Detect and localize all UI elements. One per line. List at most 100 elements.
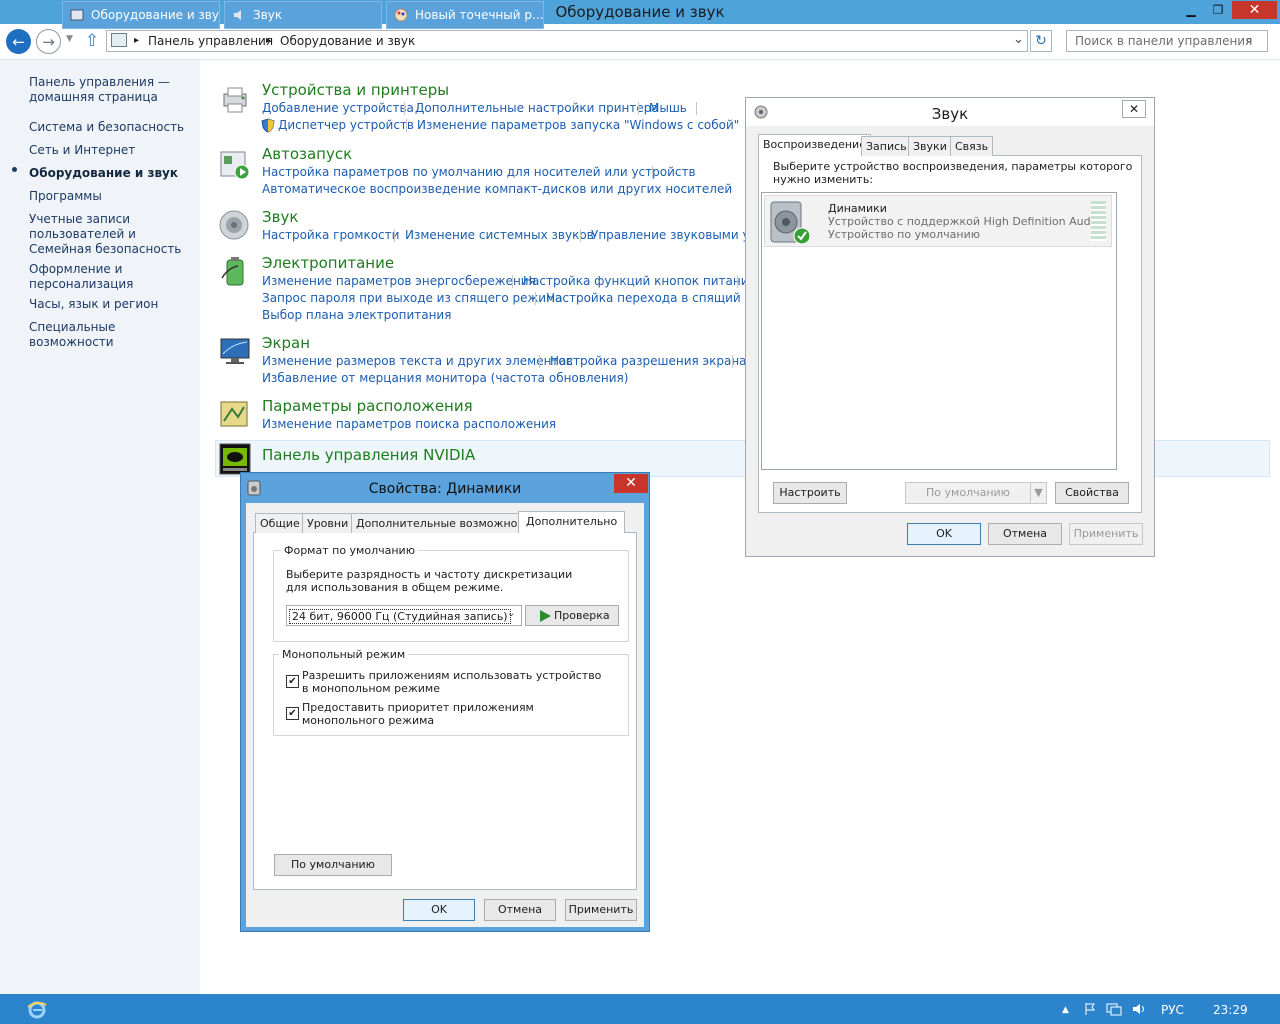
allow-exclusive-checkbox[interactable]: ✔: [286, 675, 299, 688]
input-language[interactable]: РУС: [1161, 1003, 1184, 1017]
category-devices-printers[interactable]: Устройства и принтеры: [262, 81, 449, 99]
exclusive-priority-checkbox[interactable]: ✔: [286, 707, 299, 720]
exclusive-priority-label[interactable]: Предоставить приоритет приложениям моноп…: [302, 701, 612, 727]
refresh-button[interactable]: ↻: [1030, 30, 1052, 52]
back-button[interactable]: ←: [6, 29, 31, 54]
link-autoplay-cd[interactable]: Автоматическое воспроизведение компакт-д…: [262, 182, 732, 196]
sound-cancel-button[interactable]: Отмена: [988, 523, 1062, 545]
action-center-flag-icon[interactable]: [1083, 1002, 1097, 1016]
link-separator: [737, 275, 738, 288]
category-display[interactable]: Экран: [262, 334, 310, 352]
link-wake-password[interactable]: Запрос пароля при выходе из спящего режи…: [262, 291, 563, 305]
tab-communications[interactable]: Связь: [950, 136, 994, 156]
taskbar-item-sound[interactable]: Звук: [224, 1, 382, 29]
allow-exclusive-label[interactable]: Разрешить приложениям использовать устро…: [302, 669, 602, 695]
link-device-manager[interactable]: Диспетчер устройств: [278, 118, 414, 132]
category-nvidia[interactable]: Панель управления NVIDIA: [262, 446, 475, 464]
taskbar-item-label: Оборудование и звук: [91, 8, 220, 22]
sidebar-item-clock-region[interactable]: Часы, язык и регион: [29, 297, 194, 312]
link-volume[interactable]: Настройка громкости: [262, 228, 399, 242]
sidebar-item-appearance[interactable]: Оформление и персонализация: [29, 262, 149, 292]
address-bar[interactable]: ▸ Панель управления ▸ Оборудование и зву…: [106, 30, 1028, 52]
sidebar-item-user-accounts[interactable]: Учетные записи пользователей и Семейная …: [29, 212, 194, 257]
search-icon[interactable]: ⌕: [1246, 33, 1253, 48]
playback-device-list[interactable]: Динамики Устройство с поддержкой High De…: [761, 192, 1117, 470]
link-sleep-settings[interactable]: Настройка перехода в спящий режи: [546, 291, 745, 305]
link-power-buttons[interactable]: Настройка функций кнопок питания: [523, 274, 756, 288]
properties-cancel-button[interactable]: Отмена: [484, 899, 556, 921]
link-separator: [580, 229, 581, 242]
link-printer-settings[interactable]: Дополнительные настройки принтера: [415, 101, 659, 115]
speaker-icon: [234, 10, 241, 20]
tab-advanced[interactable]: Дополнительно: [518, 511, 626, 533]
internet-explorer-icon[interactable]: [26, 998, 48, 1020]
sidebar-item-network[interactable]: Сеть и Интернет: [29, 143, 194, 158]
sidebar-item-hardware-sound[interactable]: Оборудование и звук: [29, 166, 194, 181]
device-description: Устройство с поддержкой High Definition …: [828, 215, 1101, 228]
tab-levels[interactable]: Уровни: [302, 513, 354, 533]
breadcrumb-control-panel[interactable]: Панель управления: [148, 34, 273, 48]
tab-sounds[interactable]: Звуки: [908, 136, 952, 156]
link-text-size[interactable]: Изменение размеров текста и других элеме…: [262, 354, 573, 368]
test-button[interactable]: Проверка: [525, 605, 619, 626]
link-manage-audio-devices[interactable]: Управление звуковыми устр: [591, 228, 745, 242]
link-power-saving[interactable]: Изменение параметров энергосбережения: [262, 274, 536, 288]
speaker-device-icon: [770, 201, 811, 245]
device-row-speakers[interactable]: Динамики Устройство с поддержкой High De…: [764, 195, 1112, 247]
category-location[interactable]: Параметры расположения: [262, 397, 473, 415]
close-button[interactable]: ✕: [1232, 1, 1277, 19]
show-hidden-icons-icon[interactable]: ▲: [1062, 1005, 1069, 1015]
tab-recording[interactable]: Запись: [861, 136, 912, 156]
properties-apply-button[interactable]: Применить: [565, 899, 637, 921]
device-status: Устройство по умолчанию: [828, 228, 981, 241]
properties-ok-button[interactable]: OK: [403, 899, 475, 921]
format-select[interactable]: 24 бит, 96000 Гц (Студийная запись) ⌄: [286, 605, 522, 626]
tab-enhancements[interactable]: Дополнительные возможности: [351, 513, 542, 533]
category-autoplay[interactable]: Автозапуск: [262, 145, 352, 163]
up-arrow-icon[interactable]: ⇧: [85, 31, 99, 51]
sidebar-item-home[interactable]: Панель управления — домашняя страница: [29, 75, 194, 105]
breadcrumb-hardware-sound[interactable]: Оборудование и звук: [280, 34, 415, 48]
taskbar-item-hardware-sound[interactable]: Оборудование и звук: [62, 1, 220, 29]
sidebar-item-accessibility[interactable]: Специальные возможности: [29, 320, 194, 350]
category-power[interactable]: Электропитание: [262, 254, 394, 272]
category-sound[interactable]: Звук: [262, 208, 298, 226]
maximize-button[interactable]: ❐: [1205, 1, 1231, 19]
taskbar-item-paint[interactable]: Новый точечный р...: [386, 1, 544, 29]
recent-pages-dropdown-icon[interactable]: ▼: [66, 34, 73, 44]
set-default-dropdown-icon[interactable]: ▼: [1030, 482, 1047, 504]
clock[interactable]: 23:29: [1213, 1003, 1248, 1017]
autoplay-icon: [220, 151, 250, 180]
sidebar-item-system-security[interactable]: Система и безопасность: [29, 120, 194, 135]
forward-button[interactable]: →: [36, 29, 61, 54]
link-screen-resolution[interactable]: Настройка разрешения экрана: [550, 354, 747, 368]
volume-icon[interactable]: [1132, 1002, 1148, 1016]
address-dropdown-icon[interactable]: ⌄: [1013, 32, 1024, 47]
link-autoplay-defaults[interactable]: Настройка параметров по умолчанию для но…: [262, 165, 696, 179]
taskbar-item-label: Звук: [253, 8, 283, 22]
search-input[interactable]: Поиск в панели управления: [1066, 30, 1268, 52]
link-power-plan[interactable]: Выбор плана электропитания: [262, 308, 451, 322]
sound-apply-button[interactable]: Применить: [1069, 523, 1143, 545]
paint-icon: [394, 8, 408, 22]
link-add-device[interactable]: Добавление устройства: [262, 101, 414, 115]
network-icon[interactable]: [1106, 1002, 1122, 1016]
sound-ok-button[interactable]: OK: [907, 523, 981, 545]
minimize-button[interactable]: ▁: [1178, 1, 1204, 19]
properties-dialog-title: Свойства: Динамики: [368, 481, 522, 497]
link-location-search[interactable]: Изменение параметров поиска расположения: [262, 417, 556, 431]
speaker-icon: [219, 210, 249, 240]
properties-button[interactable]: Свойства: [1055, 482, 1129, 504]
link-mouse[interactable]: Мышь: [649, 101, 687, 115]
tab-playback[interactable]: Воспроизведение: [758, 134, 871, 156]
set-default-button[interactable]: По умолчанию: [905, 482, 1031, 504]
configure-button[interactable]: Настроить: [773, 482, 847, 504]
sound-dialog-close-button[interactable]: ✕: [1122, 100, 1146, 118]
link-refresh-rate[interactable]: Избавление от мерцания монитора (частота…: [262, 371, 628, 385]
link-system-sounds[interactable]: Изменение системных звуков: [405, 228, 594, 242]
sidebar-item-programs[interactable]: Программы: [29, 189, 194, 204]
link-windows-to-go[interactable]: Изменение параметров запуска "Windows с …: [417, 118, 739, 132]
restore-default-button[interactable]: По умолчанию: [274, 854, 392, 876]
tab-general[interactable]: Общие: [255, 513, 305, 533]
properties-close-button[interactable]: ✕: [614, 474, 648, 493]
